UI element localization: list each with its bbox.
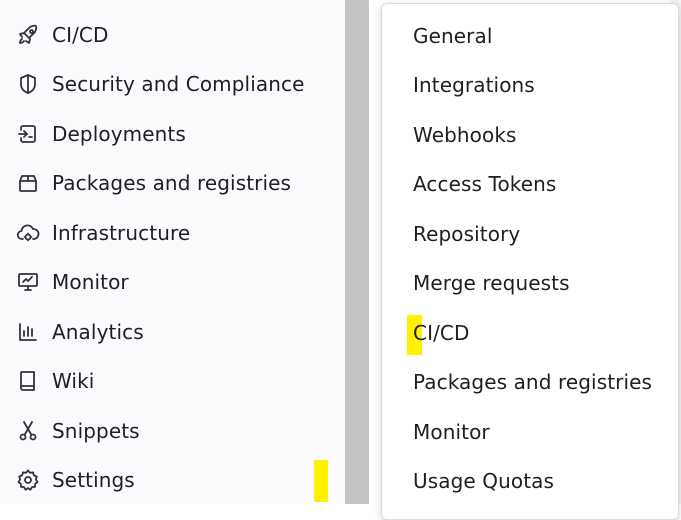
rocket-icon	[15, 22, 41, 48]
shield-icon	[15, 71, 41, 97]
sidebar-item-label: Wiki	[52, 369, 95, 393]
flyout-item-integrations[interactable]: Integrations	[382, 65, 678, 105]
settings-icon	[15, 467, 41, 493]
cloud-gear-icon	[15, 220, 41, 246]
flyout-item-label: General	[413, 24, 493, 48]
sidebar-item-wiki[interactable]: Wiki	[0, 361, 345, 401]
scissors-icon	[15, 418, 41, 444]
flyout-item-label: Integrations	[413, 73, 535, 97]
flyout-item-repository[interactable]: Repository	[382, 214, 678, 254]
flyout-item-label: Webhooks	[413, 123, 517, 147]
sidebar-item-label: Monitor	[52, 270, 129, 294]
flyout-item-access-tokens[interactable]: Access Tokens	[382, 164, 678, 204]
book-icon	[15, 368, 41, 394]
sidebar-item-label: Packages and registries	[52, 171, 292, 195]
settings-flyout-menu: General Integrations Webhooks Access Tok…	[381, 3, 679, 520]
sidebar-item-deployments[interactable]: Deployments	[0, 114, 345, 154]
sidebar-item-settings[interactable]: Settings	[0, 460, 345, 500]
sidebar-item-label: CI/CD	[52, 23, 109, 47]
flyout-item-label: Monitor	[413, 420, 490, 444]
flyout-item-monitor[interactable]: Monitor	[382, 412, 678, 452]
sidebar-divider	[345, 0, 369, 504]
flyout-item-label: CI/CD	[413, 321, 470, 345]
flyout-item-usage-quotas[interactable]: Usage Quotas	[382, 461, 678, 501]
sidebar: CI/CD Security and Compliance Deployment…	[0, 0, 345, 504]
deployments-icon	[15, 121, 41, 147]
flyout-item-webhooks[interactable]: Webhooks	[382, 115, 678, 155]
sidebar-item-label: Analytics	[52, 320, 144, 344]
sidebar-item-monitor[interactable]: Monitor	[0, 262, 345, 302]
flyout-item-label: Merge requests	[413, 271, 570, 295]
sidebar-item-label: Infrastructure	[52, 221, 191, 245]
flyout-item-label: Packages and registries	[413, 370, 653, 394]
sidebar-item-label: Security and Compliance	[52, 72, 305, 96]
package-icon	[15, 170, 41, 196]
flyout-item-general[interactable]: General	[382, 16, 678, 56]
sidebar-item-infrastructure[interactable]: Infrastructure	[0, 213, 345, 253]
flyout-item-label: Access Tokens	[413, 172, 557, 196]
flyout-item-label: Usage Quotas	[413, 469, 555, 493]
sidebar-item-snippets[interactable]: Snippets	[0, 411, 345, 451]
flyout-item-merge-requests[interactable]: Merge requests	[382, 263, 678, 303]
sidebar-item-ci-cd[interactable]: CI/CD	[0, 15, 345, 55]
sidebar-item-label: Snippets	[52, 419, 140, 443]
sidebar-item-packages-and-registries[interactable]: Packages and registries	[0, 163, 345, 203]
highlight-marker	[314, 460, 328, 502]
flyout-item-packages-and-registries[interactable]: Packages and registries	[382, 362, 678, 402]
sidebar-item-label: Settings	[52, 468, 135, 492]
chart-icon	[15, 319, 41, 345]
sidebar-item-security-and-compliance[interactable]: Security and Compliance	[0, 64, 345, 104]
flyout-item-label: Repository	[413, 222, 521, 246]
sidebar-item-analytics[interactable]: Analytics	[0, 312, 345, 352]
monitor-icon	[15, 269, 41, 295]
flyout-item-ci-cd[interactable]: CI/CD	[382, 313, 678, 355]
sidebar-item-label: Deployments	[52, 122, 186, 146]
